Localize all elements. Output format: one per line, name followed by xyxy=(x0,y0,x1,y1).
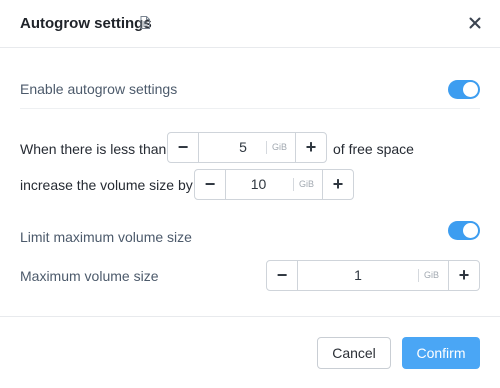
threshold-unit-label: GiB xyxy=(266,141,287,154)
limit-max-size-label: Limit maximum volume size xyxy=(20,229,192,245)
enable-autogrow-label: Enable autogrow settings xyxy=(20,81,178,97)
increase-decrement-button[interactable]: − xyxy=(195,170,226,199)
footer-divider xyxy=(0,316,500,317)
max-size-value-input[interactable]: 1 xyxy=(298,261,418,290)
dialog-header: Autogrow settings xyxy=(0,0,500,48)
max-volume-size-stepper: − 1 GiB + xyxy=(266,260,480,291)
document-icon[interactable] xyxy=(140,16,150,29)
enable-autogrow-toggle[interactable] xyxy=(448,80,480,99)
increase-prefix-label: increase the volume size by xyxy=(20,177,193,193)
toggle-knob xyxy=(463,82,478,97)
max-size-decrement-button[interactable]: − xyxy=(267,261,298,290)
increase-increment-button[interactable]: + xyxy=(322,170,353,199)
max-size-unit-label: GiB xyxy=(418,269,439,282)
limit-max-size-toggle[interactable] xyxy=(448,221,480,240)
max-volume-size-label: Maximum volume size xyxy=(20,268,159,284)
threshold-increment-button[interactable]: + xyxy=(295,133,326,162)
close-icon[interactable] xyxy=(469,16,481,29)
max-size-increment-button[interactable]: + xyxy=(448,261,479,290)
increase-value-input[interactable]: 10 xyxy=(226,170,291,199)
confirm-button[interactable]: Confirm xyxy=(402,337,480,369)
free-space-threshold-stepper: − 5 GiB + xyxy=(167,132,327,163)
increase-unit-label: GiB xyxy=(293,178,314,191)
divider xyxy=(20,108,480,109)
threshold-suffix-label: of free space xyxy=(333,141,414,157)
cancel-button[interactable]: Cancel xyxy=(317,337,391,369)
dialog-title: Autogrow settings xyxy=(20,15,152,32)
toggle-knob xyxy=(463,223,478,238)
threshold-prefix-label: When there is less than xyxy=(20,141,167,157)
increase-size-stepper: − 10 GiB + xyxy=(194,169,354,200)
threshold-decrement-button[interactable]: − xyxy=(168,133,199,162)
